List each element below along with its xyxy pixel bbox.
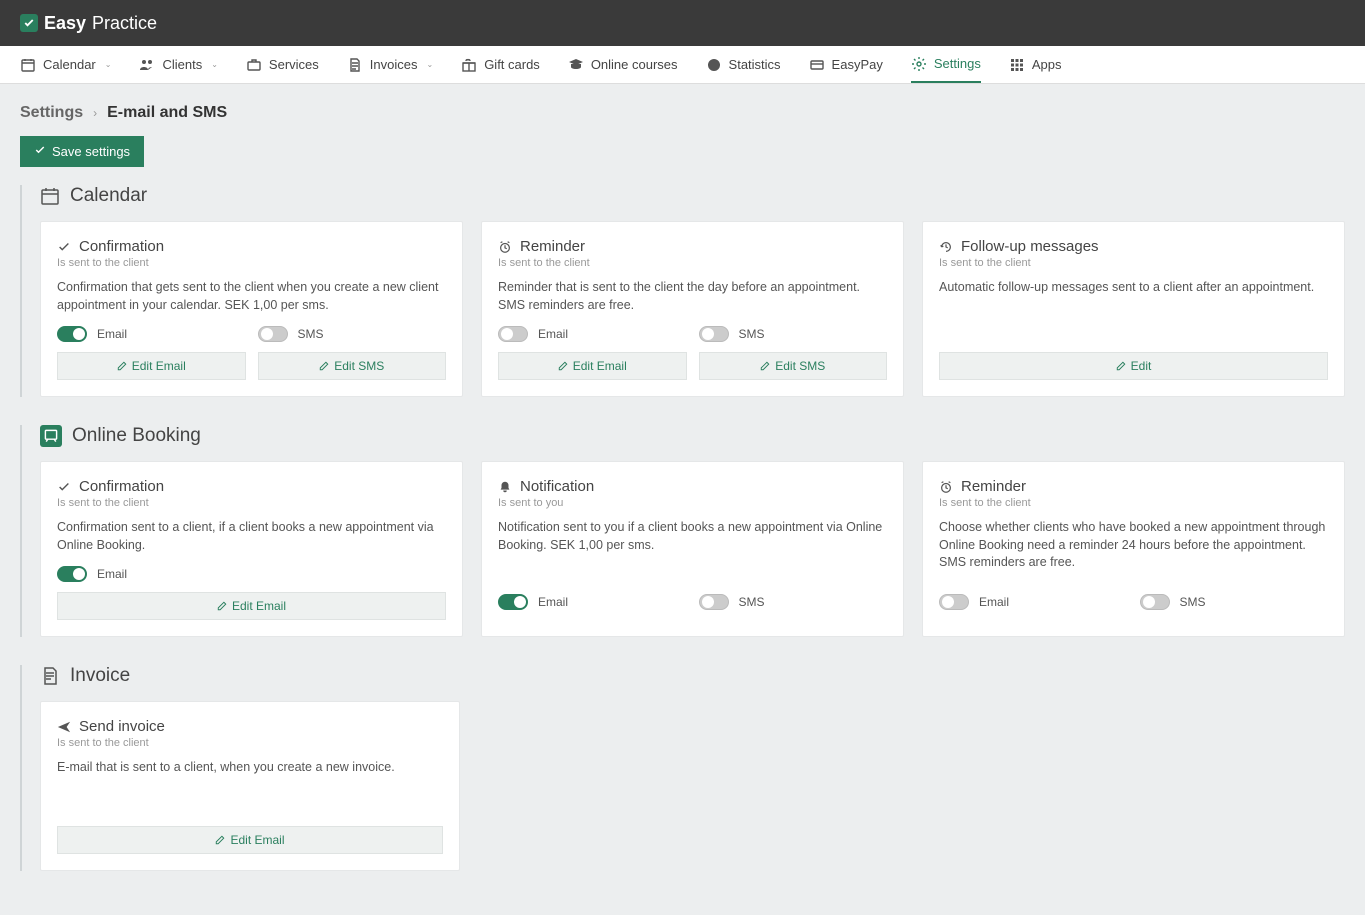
toggle-confirmation-sms[interactable] xyxy=(258,326,288,342)
apps-grid-icon xyxy=(1009,57,1025,73)
edit-email-button[interactable]: Edit Email xyxy=(57,592,446,620)
nav-invoices[interactable]: Invoices ⌄ xyxy=(347,46,433,83)
nav-clients[interactable]: Clients ⌄ xyxy=(139,46,217,83)
logo[interactable]: Easy Practice xyxy=(20,13,157,34)
toggle-notification-email[interactable] xyxy=(498,594,528,610)
nav-easypay[interactable]: EasyPay xyxy=(809,46,883,83)
card-send-invoice: Send invoice Is sent to the client E-mai… xyxy=(40,701,460,871)
section-title: Online Booking xyxy=(72,425,201,447)
pencil-icon xyxy=(760,361,770,371)
breadcrumb: Settings › E-mail and SMS xyxy=(0,84,1365,136)
invoice-icon xyxy=(40,666,60,686)
nav-gift-cards[interactable]: Gift cards xyxy=(461,46,540,83)
graduation-icon xyxy=(568,57,584,73)
pencil-icon xyxy=(217,601,227,611)
card-calendar-followup: Follow-up messages Is sent to the client… xyxy=(922,221,1345,397)
alarm-icon xyxy=(939,480,953,494)
check-icon xyxy=(57,480,71,494)
alarm-icon xyxy=(498,240,512,254)
chevron-down-icon: ⌄ xyxy=(426,60,433,69)
toggle-reminder-email[interactable] xyxy=(498,326,528,342)
card-booking-confirmation: Confirmation Is sent to the client Confi… xyxy=(40,461,463,637)
pencil-icon xyxy=(319,361,329,371)
breadcrumb-current: E-mail and SMS xyxy=(107,104,227,122)
nav-statistics[interactable]: Statistics xyxy=(706,46,781,83)
section-online-booking: Online Booking Confirmation Is sent to t… xyxy=(20,425,1345,637)
nav-online-courses[interactable]: Online courses xyxy=(568,46,678,83)
breadcrumb-root[interactable]: Settings xyxy=(20,104,83,122)
nav-bar: Calendar ⌄ Clients ⌄ Services Invoices ⌄… xyxy=(0,46,1365,84)
people-icon xyxy=(139,57,155,73)
nav-apps[interactable]: Apps xyxy=(1009,46,1062,83)
pencil-icon xyxy=(117,361,127,371)
gear-icon xyxy=(911,56,927,72)
chevron-down-icon: ⌄ xyxy=(211,60,218,69)
edit-sms-button[interactable]: Edit SMS xyxy=(258,352,447,380)
send-icon xyxy=(57,720,71,734)
toggle-booking-reminder-sms[interactable] xyxy=(1140,594,1170,610)
toggle-reminder-sms[interactable] xyxy=(699,326,729,342)
edit-email-button[interactable]: Edit Email xyxy=(57,352,246,380)
logo-light: Practice xyxy=(92,13,157,34)
section-title: Calendar xyxy=(70,185,147,207)
check-icon xyxy=(57,240,71,254)
pencil-icon xyxy=(558,361,568,371)
toggle-booking-confirmation-email[interactable] xyxy=(57,566,87,582)
document-icon xyxy=(347,57,363,73)
pencil-icon xyxy=(215,835,225,845)
pie-chart-icon xyxy=(706,57,722,73)
nav-calendar[interactable]: Calendar ⌄ xyxy=(20,46,111,83)
gift-icon xyxy=(461,57,477,73)
history-icon xyxy=(939,240,953,254)
check-icon xyxy=(34,144,46,159)
logo-bold: Easy xyxy=(44,13,86,34)
toggle-notification-sms[interactable] xyxy=(699,594,729,610)
chevron-right-icon: › xyxy=(93,106,97,120)
edit-email-button[interactable]: Edit Email xyxy=(498,352,687,380)
card-icon xyxy=(809,57,825,73)
top-header: Easy Practice xyxy=(0,0,1365,46)
briefcase-icon xyxy=(246,57,262,73)
section-invoice: Invoice Send invoice Is sent to the clie… xyxy=(20,665,1345,871)
edit-button[interactable]: Edit xyxy=(939,352,1328,380)
nav-services[interactable]: Services xyxy=(246,46,319,83)
card-calendar-reminder: Reminder Is sent to the client Reminder … xyxy=(481,221,904,397)
section-calendar: Calendar Confirmation Is sent to the cli… xyxy=(20,185,1345,397)
section-title: Invoice xyxy=(70,665,130,687)
card-booking-notification: Notification Is sent to you Notification… xyxy=(481,461,904,637)
edit-email-button[interactable]: Edit Email xyxy=(57,826,443,854)
save-settings-button[interactable]: Save settings xyxy=(20,136,144,167)
card-booking-reminder: Reminder Is sent to the client Choose wh… xyxy=(922,461,1345,637)
toggle-booking-reminder-email[interactable] xyxy=(939,594,969,610)
calendar-icon xyxy=(20,57,36,73)
card-calendar-confirmation: Confirmation Is sent to the client Confi… xyxy=(40,221,463,397)
toggle-confirmation-email[interactable] xyxy=(57,326,87,342)
pencil-icon xyxy=(1116,361,1126,371)
calendar-icon xyxy=(40,186,60,206)
bell-icon xyxy=(498,480,512,494)
edit-sms-button[interactable]: Edit SMS xyxy=(699,352,888,380)
chevron-down-icon: ⌄ xyxy=(105,60,112,69)
nav-settings[interactable]: Settings xyxy=(911,46,981,83)
booking-icon xyxy=(40,425,62,447)
logo-check-icon xyxy=(20,14,38,32)
